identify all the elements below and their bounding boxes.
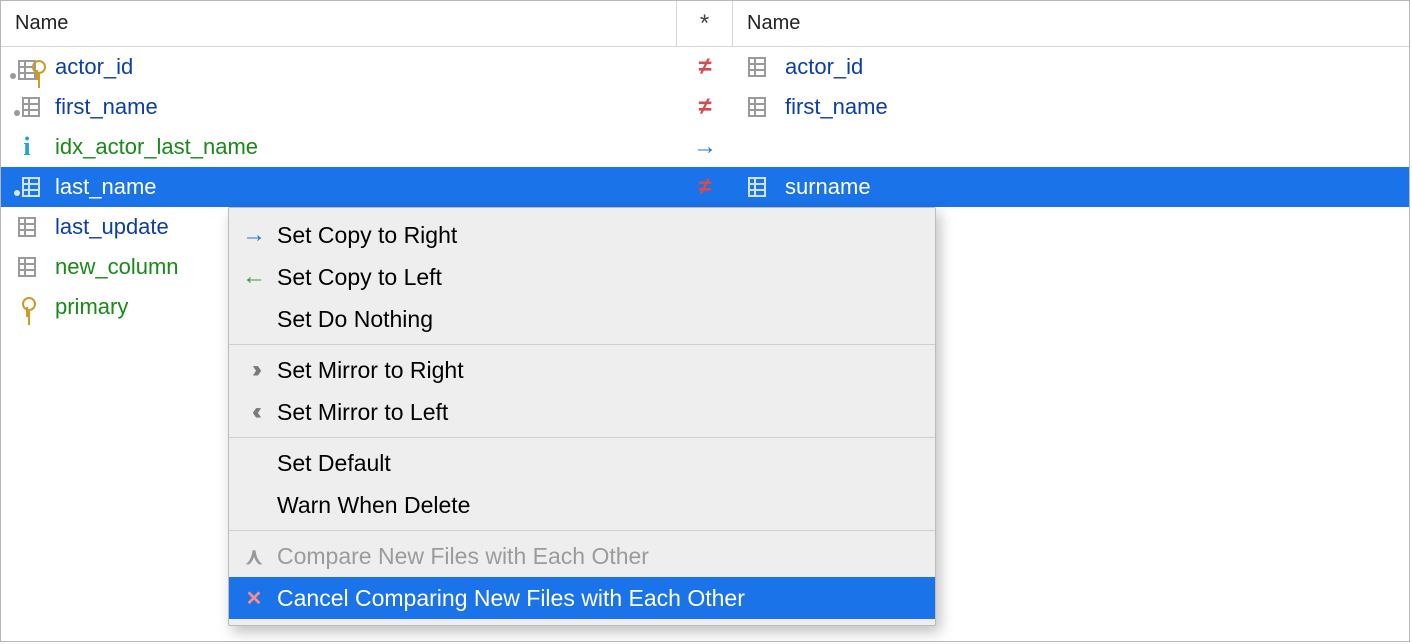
column-icon — [737, 172, 777, 202]
column-key-icon — [7, 92, 47, 122]
menu-item-label: Set Copy to Right — [277, 222, 457, 249]
menu-separator — [229, 437, 935, 438]
close-icon: ✕ — [239, 583, 269, 613]
diff-row[interactable]: actor_id ≠ actor_id — [1, 47, 1409, 87]
menu-item-label: Set Copy to Left — [277, 264, 442, 291]
blank-icon — [239, 490, 269, 520]
status-not-equal-icon: ≠ — [698, 53, 711, 81]
right-item-label: first_name — [785, 94, 888, 120]
left-column-header[interactable]: Name — [1, 1, 677, 46]
status-not-equal-icon: ≠ — [698, 173, 711, 201]
double-chevron-left-icon: ‹‹ — [239, 397, 269, 427]
menu-item-label: Cancel Comparing New Files with Each Oth… — [277, 585, 745, 612]
menu-separator — [229, 530, 935, 531]
menu-warn-when-delete[interactable]: Warn When Delete — [229, 484, 935, 526]
merge-up-icon: ⋏ — [239, 541, 269, 571]
diff-row[interactable]: first_name ≠ first_name — [1, 87, 1409, 127]
menu-item-label: Set Mirror to Left — [277, 399, 448, 426]
column-headers: Name * Name — [1, 1, 1409, 47]
column-key-icon — [7, 52, 47, 82]
menu-set-mirror-left[interactable]: ‹‹ Set Mirror to Left — [229, 391, 935, 433]
menu-compare-new-files: ⋏ Compare New Files with Each Other — [229, 535, 935, 577]
menu-set-copy-right[interactable]: → Set Copy to Right — [229, 214, 935, 256]
right-item-label: actor_id — [785, 54, 863, 80]
blank-icon — [239, 448, 269, 478]
diff-row[interactable]: i idx_actor_last_name → — [1, 127, 1409, 167]
menu-cancel-compare-new-files[interactable]: ✕ Cancel Comparing New Files with Each O… — [229, 577, 935, 619]
double-chevron-right-icon: ›› — [239, 355, 269, 385]
left-item-label: last_name — [55, 174, 157, 200]
menu-set-do-nothing[interactable]: Set Do Nothing — [229, 298, 935, 340]
column-icon — [7, 212, 47, 242]
menu-set-mirror-right[interactable]: ›› Set Mirror to Right — [229, 349, 935, 391]
left-item-label: last_update — [55, 214, 169, 240]
menu-item-label: Set Do Nothing — [277, 306, 433, 333]
menu-item-label: Compare New Files with Each Other — [277, 543, 649, 570]
left-item-label: idx_actor_last_name — [55, 134, 258, 160]
menu-set-copy-left[interactable]: ← Set Copy to Left — [229, 256, 935, 298]
diff-row-selected[interactable]: last_name ≠ surname — [1, 167, 1409, 207]
context-menu: → Set Copy to Right ← Set Copy to Left S… — [228, 207, 936, 626]
diff-panel: Name * Name actor_id ≠ actor_id — [0, 0, 1410, 642]
menu-item-label: Warn When Delete — [277, 492, 470, 519]
arrow-left-icon: ← — [239, 262, 269, 292]
key-icon — [7, 292, 47, 322]
left-item-label: actor_id — [55, 54, 133, 80]
status-right-arrow-icon: → — [693, 133, 717, 161]
left-item-label: first_name — [55, 94, 158, 120]
column-icon — [737, 52, 777, 82]
menu-item-label: Set Default — [277, 450, 391, 477]
column-icon — [7, 252, 47, 282]
menu-set-default[interactable]: Set Default — [229, 442, 935, 484]
menu-separator — [229, 344, 935, 345]
arrow-right-icon: → — [239, 220, 269, 250]
menu-item-label: Set Mirror to Right — [277, 357, 464, 384]
index-icon: i — [7, 132, 47, 162]
column-icon — [737, 92, 777, 122]
left-item-label: primary — [55, 294, 128, 320]
right-item-label: surname — [785, 174, 871, 200]
blank-icon — [239, 304, 269, 334]
column-key-icon — [7, 172, 47, 202]
left-item-label: new_column — [55, 254, 179, 280]
status-not-equal-icon: ≠ — [698, 93, 711, 121]
status-column-header[interactable]: * — [677, 1, 733, 46]
right-column-header[interactable]: Name — [733, 1, 1409, 46]
